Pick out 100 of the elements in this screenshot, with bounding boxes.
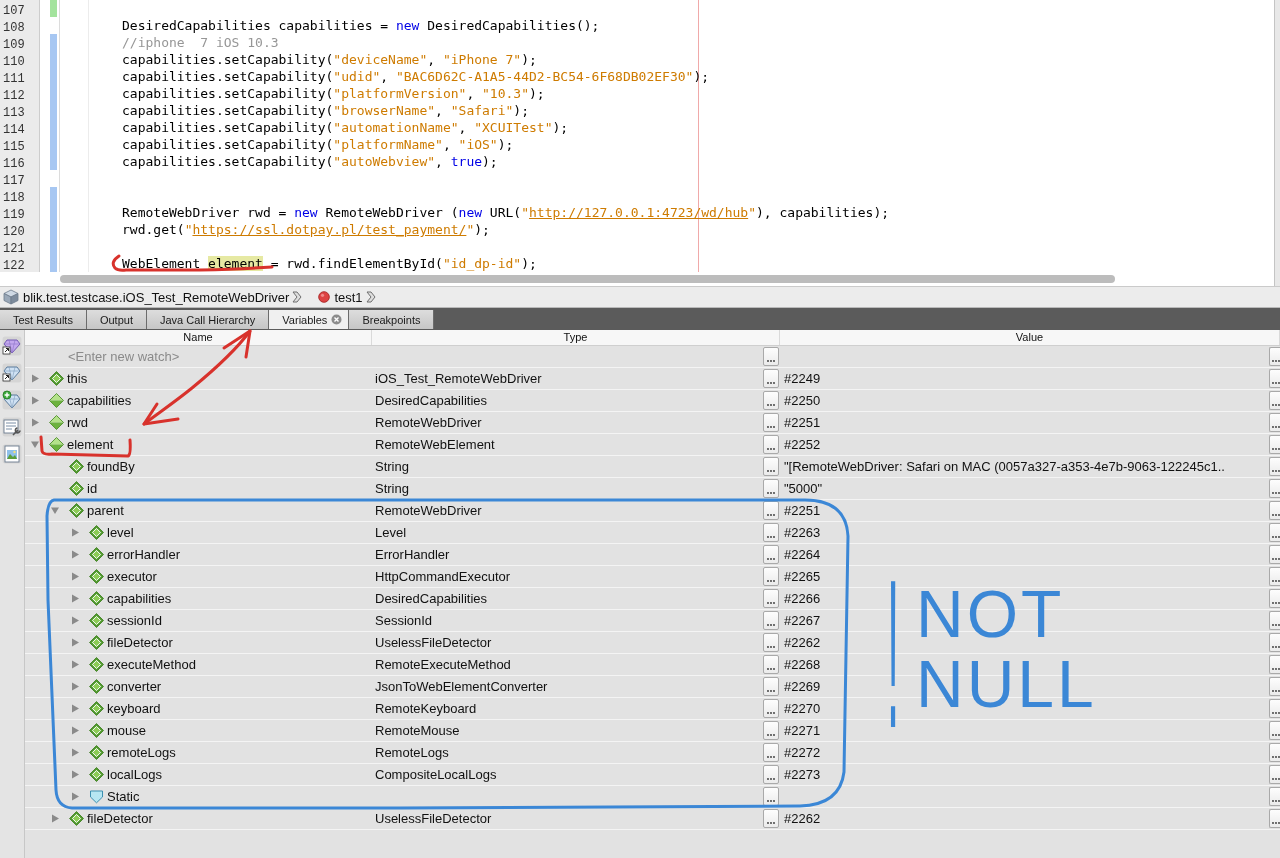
breadcrumb-link[interactable]: blik.test.testcase.iOS_Test_RemoteWebDriver: [23, 289, 290, 305]
close-icon[interactable]: [331, 314, 343, 325]
ellipsis-button[interactable]: [763, 743, 779, 762]
ellipsis-button[interactable]: [763, 435, 779, 454]
ellipsis-button[interactable]: [763, 611, 779, 630]
gem-arrow-icon[interactable]: [2, 336, 22, 356]
variable-name[interactable]: fileDetector: [107, 635, 173, 650]
ellipsis-button[interactable]: [1269, 501, 1280, 520]
variable-name[interactable]: id: [87, 481, 98, 496]
ellipsis-button[interactable]: [763, 369, 779, 388]
ellipsis-button[interactable]: [763, 809, 779, 828]
variable-name[interactable]: Static: [107, 789, 140, 804]
variable-name[interactable]: sessionId: [107, 613, 162, 628]
variable-name[interactable]: mouse: [107, 723, 147, 738]
gem-arrow-icon[interactable]: [2, 363, 22, 383]
variable-name[interactable]: executor: [107, 569, 157, 584]
ellipsis-button[interactable]: [763, 655, 779, 674]
ellipsis-button[interactable]: [1269, 743, 1280, 762]
ellipsis-button[interactable]: [1269, 479, 1280, 498]
column-header[interactable]: Name: [183, 331, 213, 343]
ellipsis-button[interactable]: [763, 545, 779, 564]
caret-right-icon[interactable]: [71, 704, 79, 713]
caret-right-icon[interactable]: [31, 418, 39, 427]
ellipsis-button[interactable]: [1269, 655, 1280, 674]
caret-right-icon[interactable]: [51, 814, 59, 823]
caret-right-icon[interactable]: [71, 572, 79, 581]
ellipsis-button[interactable]: [1269, 545, 1280, 564]
ellipsis-button[interactable]: [1269, 523, 1280, 542]
tab[interactable]: Output: [86, 310, 147, 329]
tab[interactable]: Variables: [269, 310, 350, 329]
caret-right-icon[interactable]: [31, 396, 39, 405]
ellipsis-button[interactable]: [1269, 765, 1280, 784]
ellipsis-button[interactable]: [763, 633, 779, 652]
ellipsis-button[interactable]: [763, 479, 779, 498]
variable-name[interactable]: keyboard: [107, 701, 161, 716]
horizontal-scrollbar[interactable]: [60, 275, 1115, 283]
caret-down-icon[interactable]: [51, 506, 59, 515]
ellipsis-button[interactable]: [763, 589, 779, 608]
caret-right-icon[interactable]: [71, 748, 79, 757]
caret-right-icon[interactable]: [71, 638, 79, 647]
ellipsis-button[interactable]: [1269, 809, 1280, 828]
chevron-right-icon[interactable]: [365, 291, 376, 303]
breadcrumb-link[interactable]: test1: [334, 289, 363, 305]
ellipsis-button[interactable]: [1269, 435, 1280, 454]
caret-down-icon[interactable]: [31, 440, 39, 449]
ellipsis-button[interactable]: [1269, 589, 1280, 608]
caret-right-icon[interactable]: [71, 660, 79, 669]
ellipsis-button[interactable]: [763, 523, 779, 542]
column-header[interactable]: Type: [563, 331, 588, 343]
ellipsis-button[interactable]: [1269, 369, 1280, 388]
variable-name[interactable]: this: [67, 371, 88, 386]
variable-name[interactable]: errorHandler: [107, 547, 180, 562]
column-header[interactable]: Value: [1015, 331, 1044, 343]
caret-right-icon[interactable]: [71, 726, 79, 735]
variable-name[interactable]: rwd: [67, 415, 88, 430]
caret-right-icon[interactable]: [31, 374, 39, 383]
caret-right-icon[interactable]: [71, 682, 79, 691]
ellipsis-button[interactable]: [1269, 391, 1280, 410]
ellipsis-button[interactable]: [1269, 787, 1280, 806]
list-wrench-icon[interactable]: [2, 417, 22, 437]
caret-right-icon[interactable]: [71, 550, 79, 559]
variable-name[interactable]: capabilities: [107, 591, 172, 606]
ellipsis-button[interactable]: [763, 391, 779, 410]
ellipsis-button[interactable]: [1269, 611, 1280, 630]
variable-name[interactable]: executeMethod: [107, 657, 196, 672]
image-icon[interactable]: [2, 444, 22, 464]
caret-right-icon[interactable]: [71, 616, 79, 625]
variable-name[interactable]: remoteLogs: [107, 745, 176, 760]
variable-name[interactable]: converter: [107, 679, 162, 694]
tab[interactable]: Test Results: [0, 310, 87, 329]
ellipsis-button[interactable]: [1269, 699, 1280, 718]
ellipsis-button[interactable]: [1269, 677, 1280, 696]
ellipsis-button[interactable]: [763, 721, 779, 740]
ellipsis-button[interactable]: [763, 765, 779, 784]
chevron-right-icon[interactable]: [292, 291, 303, 303]
ellipsis-button[interactable]: [763, 567, 779, 586]
ellipsis-button[interactable]: [1269, 347, 1280, 366]
ellipsis-button[interactable]: [763, 677, 779, 696]
tab[interactable]: Breakpoints: [349, 310, 435, 329]
variable-name[interactable]: level: [107, 525, 134, 540]
ellipsis-button[interactable]: [1269, 457, 1280, 476]
ellipsis-button[interactable]: [1269, 567, 1280, 586]
variable-name[interactable]: capabilities: [67, 393, 132, 408]
variable-name[interactable]: element: [67, 437, 114, 452]
ellipsis-button[interactable]: [763, 347, 779, 366]
ellipsis-button[interactable]: [763, 413, 779, 432]
ellipsis-button[interactable]: [1269, 633, 1280, 652]
ellipsis-button[interactable]: [763, 457, 779, 476]
variable-name[interactable]: localLogs: [107, 767, 162, 782]
tab[interactable]: Java Call Hierarchy: [146, 310, 270, 329]
ellipsis-button[interactable]: [1269, 413, 1280, 432]
variable-name[interactable]: parent: [87, 503, 124, 518]
caret-right-icon[interactable]: [71, 792, 79, 801]
gem-plus-icon[interactable]: [2, 390, 22, 410]
variable-name[interactable]: foundBy: [87, 459, 135, 474]
caret-right-icon[interactable]: [71, 528, 79, 537]
ellipsis-button[interactable]: [1269, 721, 1280, 740]
ellipsis-button[interactable]: [763, 699, 779, 718]
variable-name[interactable]: fileDetector: [87, 811, 153, 826]
caret-right-icon[interactable]: [71, 770, 79, 779]
